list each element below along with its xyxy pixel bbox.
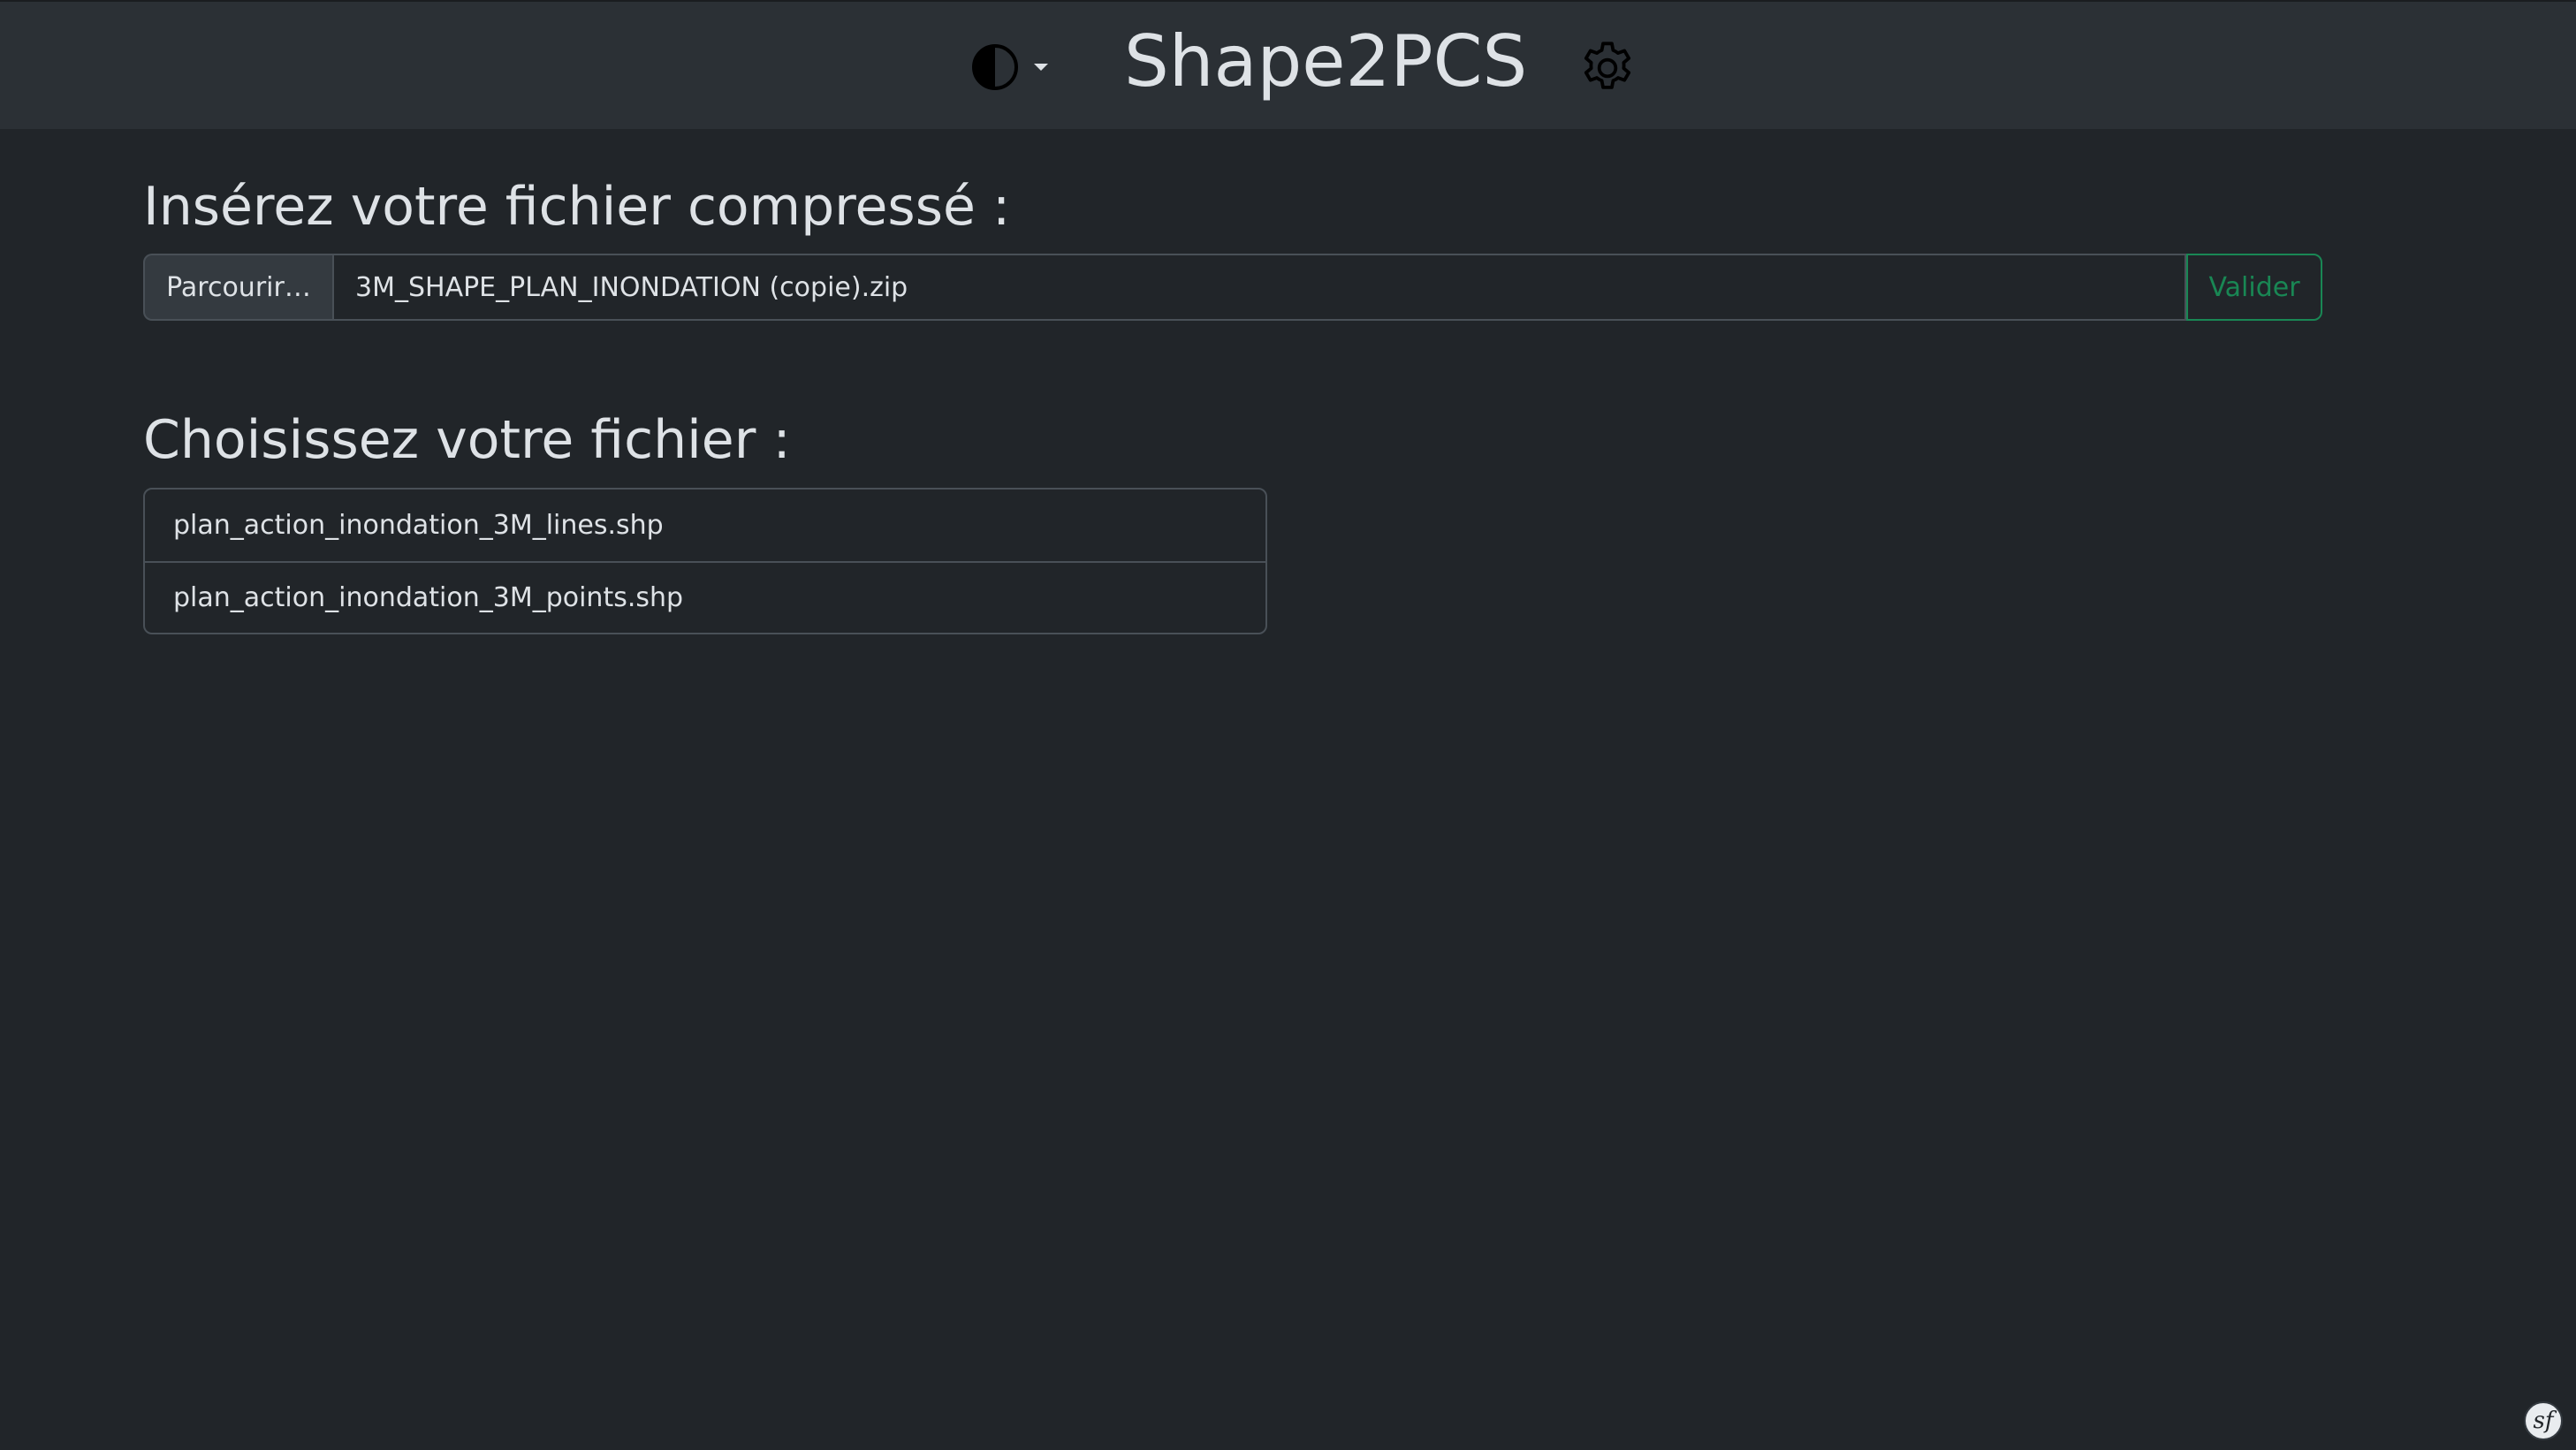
symfony-logo-icon: sf [2533,1408,2554,1434]
theme-toggle-dropdown[interactable] [970,41,1050,94]
choose-heading: Choisissez votre fichier : [143,409,791,471]
top-navbar: Shape2PCS [0,0,2576,129]
selected-file-name[interactable]: 3M_SHAPE_PLAN_INONDATION (copie).zip [332,254,2186,321]
app-title: Shape2PCS [1124,20,1528,102]
list-item[interactable]: plan_action_inondation_3M_lines.shp [145,490,1265,561]
shapefile-list: plan_action_inondation_3M_lines.shp plan… [143,488,1267,634]
list-item[interactable]: plan_action_inondation_3M_points.shp [145,561,1265,633]
caret-down-icon [1034,64,1048,71]
half-circle-contrast-icon [972,44,1018,90]
file-upload-group: Parcourir… 3M_SHAPE_PLAN_INONDATION (cop… [143,254,2322,321]
browse-button[interactable]: Parcourir… [143,254,332,321]
upload-heading: Insérez votre fichier compressé : [143,176,1011,238]
gear-icon [1584,42,1631,89]
symfony-toolbar-toggle[interactable]: sf [2524,1401,2563,1440]
settings-button[interactable] [1577,37,1638,99]
submit-button[interactable]: Valider [2186,254,2322,321]
